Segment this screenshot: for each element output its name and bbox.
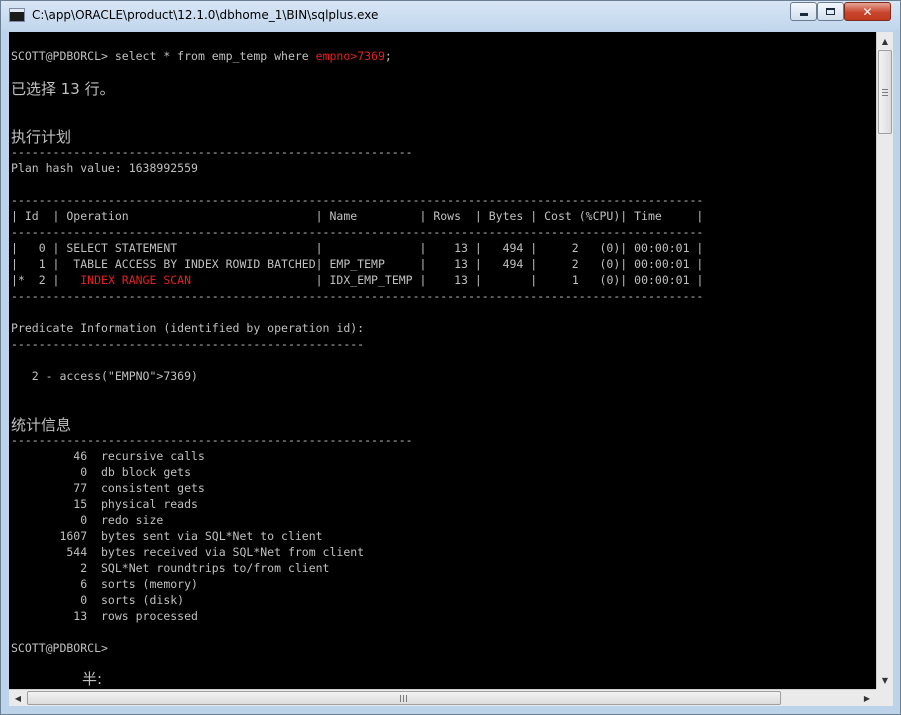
query-highlight: empno>7369	[315, 49, 385, 63]
plan-table-row: | 0 | SELECT STATEMENT | | 13 | 494 | 2 …	[11, 241, 704, 255]
query-end: ;	[384, 49, 392, 63]
divider: ----------------------------------------…	[11, 193, 704, 207]
row-prefix: |* 2 |	[11, 273, 81, 287]
stat-line: 46 recursive calls	[11, 449, 205, 463]
index-range-scan-op: INDEX RANGE SCAN	[80, 273, 192, 287]
scroll-right-icon[interactable]: ▶	[859, 690, 875, 706]
final-prompt[interactable]: SCOTT@PDBORCL>	[11, 640, 108, 656]
window-title: C:\app\ORACLE\product\12.1.0\dbhome_1\BI…	[32, 8, 379, 22]
sqlplus-window: C:\app\ORACLE\product\12.1.0\dbhome_1\BI…	[0, 0, 901, 715]
grip-line	[406, 695, 407, 702]
close-button[interactable]: ✕	[844, 2, 891, 21]
prompt: SCOTT@PDBORCL>	[11, 49, 115, 63]
stat-line: 6 sorts (memory)	[11, 577, 198, 591]
close-icon: ✕	[862, 4, 873, 19]
stat-line: 0 redo size	[11, 513, 164, 527]
scroll-left-icon[interactable]: ◀	[10, 690, 26, 706]
grip-line	[882, 95, 888, 96]
divider: ----------------------------------------…	[11, 289, 704, 303]
stat-line: 2 SQL*Net roundtrips to/from client	[11, 561, 330, 575]
plan-table-header: | Id | Operation | Name | Rows | Bytes |…	[11, 209, 704, 223]
size-grip[interactable]	[876, 689, 893, 706]
divider: ----------------------------------------…	[11, 433, 413, 447]
divider: ----------------------------------------…	[11, 225, 704, 239]
stat-line: 0 db block gets	[11, 465, 192, 479]
rows-selected-line: 已选择 13 行。	[11, 80, 115, 98]
minimize-icon	[799, 13, 808, 16]
vertical-scroll-thumb[interactable]	[878, 50, 892, 134]
vertical-scrollbar[interactable]: ▲ ▼	[876, 32, 893, 689]
scroll-down-icon[interactable]: ▼	[877, 672, 893, 688]
maximize-icon	[826, 8, 835, 15]
minimize-button[interactable]	[790, 2, 817, 21]
stat-line: 13 rows processed	[11, 609, 198, 623]
grip-line	[882, 89, 888, 90]
divider: ----------------------------------------…	[11, 337, 365, 351]
predicate-line: 2 - access("EMPNO">7369)	[11, 369, 198, 383]
console-app-icon[interactable]	[9, 8, 25, 22]
stat-line: 77 consistent gets	[11, 481, 205, 495]
console-output[interactable]: SCOTT@PDBORCL> select * from emp_temp wh…	[9, 32, 876, 689]
horizontal-scrollbar[interactable]: ◀ ▶	[9, 689, 876, 706]
stat-line: 15 physical reads	[11, 497, 198, 511]
maximize-button[interactable]	[817, 2, 844, 21]
divider: ----------------------------------------…	[11, 145, 413, 159]
grip-line	[400, 695, 401, 702]
plan-table-row: | 1 | TABLE ACCESS BY INDEX ROWID BATCHE…	[11, 257, 704, 271]
title-bar[interactable]: C:\app\ORACLE\product\12.1.0\dbhome_1\BI…	[1, 1, 900, 31]
query-line: SCOTT@PDBORCL> select * from emp_temp wh…	[11, 48, 392, 64]
stat-line: 0 sorts (disk)	[11, 593, 185, 607]
stat-line: 1607 bytes sent via SQL*Net to client	[11, 529, 323, 543]
predicate-heading: Predicate Information (identified by ope…	[11, 321, 365, 335]
query-text: select * from emp_temp where	[114, 49, 316, 63]
plan-table-row: |* 2 | INDEX RANGE SCAN | IDX_EMP_TEMP |…	[11, 272, 703, 288]
scroll-up-icon[interactable]: ▲	[877, 33, 893, 49]
ime-composition: 半:	[82, 670, 103, 688]
row-suffix: | IDX_EMP_TEMP | 13 | | 1 (0)| 00:00:01 …	[191, 273, 704, 287]
horizontal-scroll-thumb[interactable]	[27, 691, 781, 705]
stat-line: 544 bytes received via SQL*Net from clie…	[11, 545, 365, 559]
grip-line	[403, 695, 404, 702]
plan-hash-line: Plan hash value: 1638992559	[11, 161, 198, 175]
grip-line	[882, 92, 888, 93]
